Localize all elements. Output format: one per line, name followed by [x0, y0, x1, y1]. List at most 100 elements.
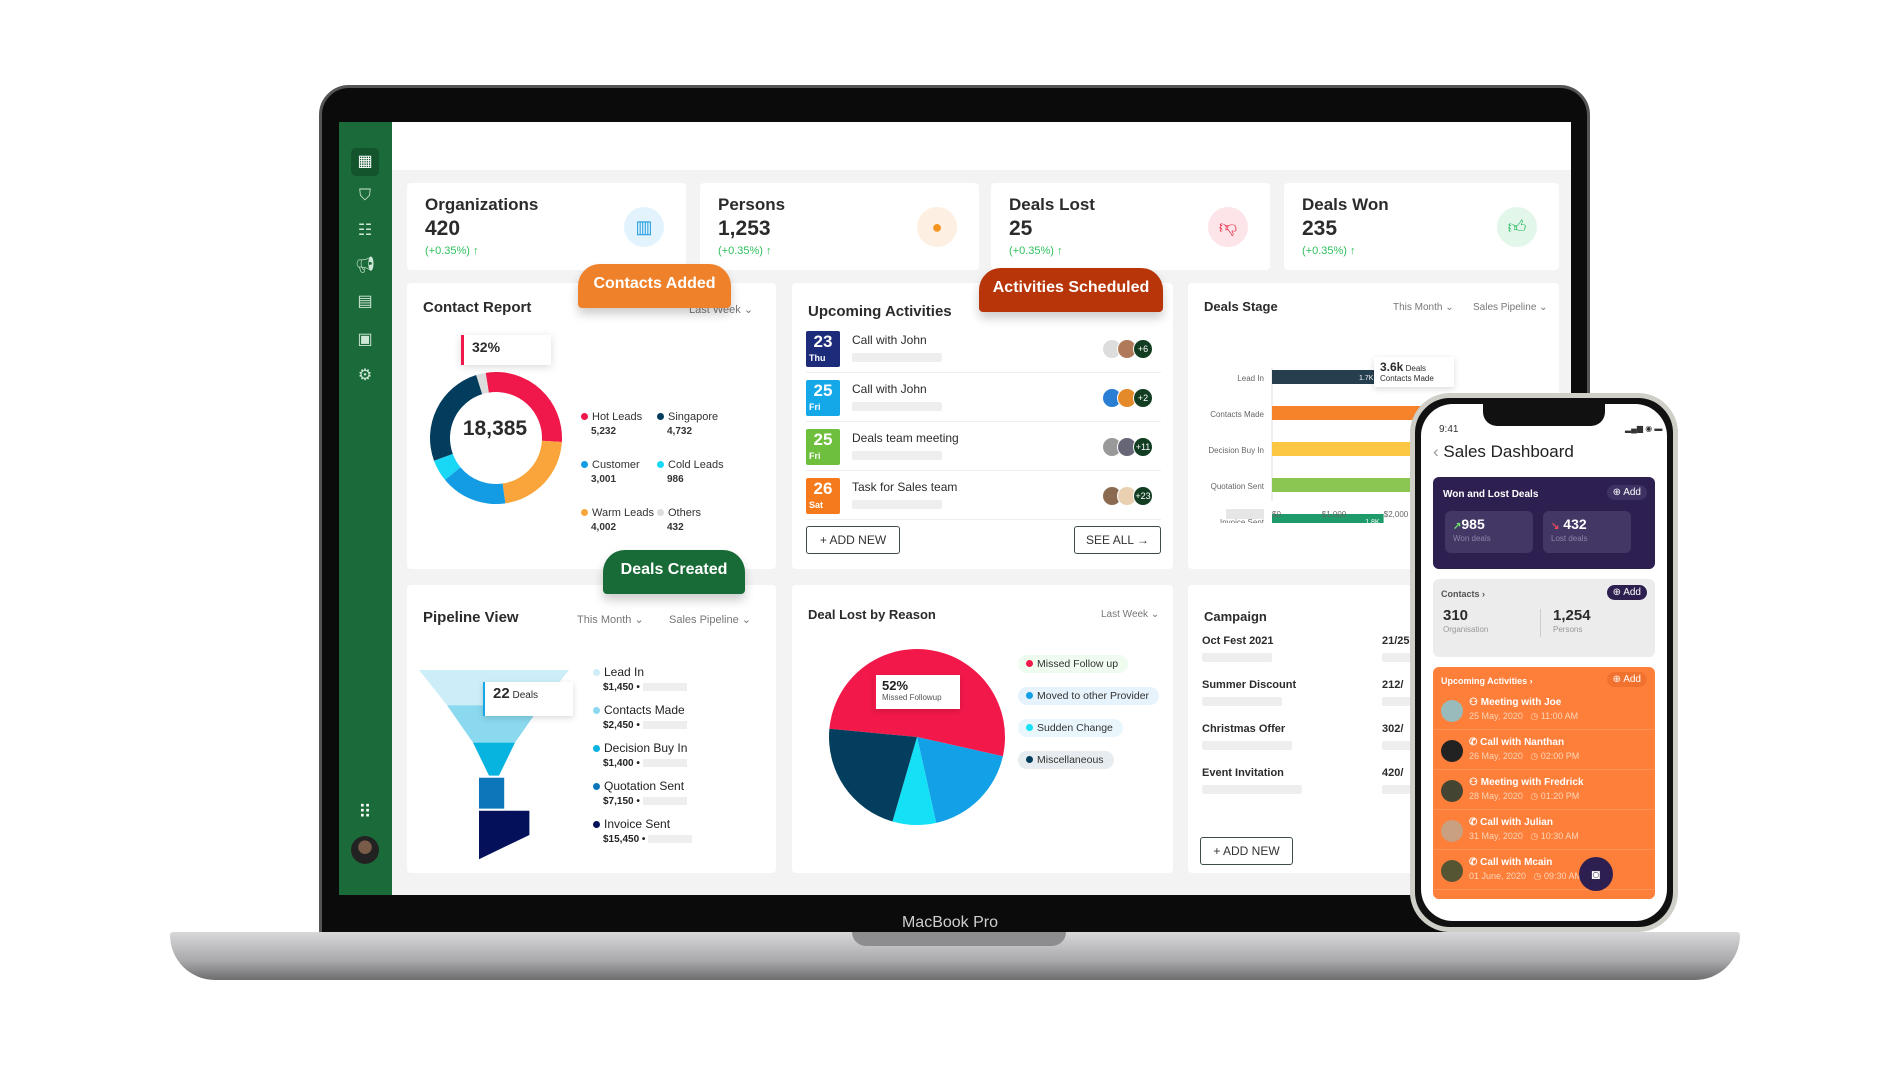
kpi-title: Deals Lost	[1009, 195, 1095, 214]
phone-title: Sales Dashboard	[1443, 442, 1574, 461]
more-attendees-badge[interactable]: +6	[1133, 339, 1153, 359]
legend-dot	[581, 413, 588, 420]
donut-segment-customer[interactable]	[445, 467, 506, 504]
org-count: 310	[1443, 607, 1469, 624]
campaign-icon[interactable]: 📢︎	[351, 252, 379, 280]
won-deals-box: ↗985 Won deals	[1445, 511, 1533, 553]
activity-date: 25 Fri	[806, 380, 840, 416]
activity-row[interactable]: 25 Fri Call with John +2	[806, 374, 1161, 422]
activity-row[interactable]: 26 Sat Task for Sales team +23	[806, 472, 1161, 520]
kpi-card[interactable]: Persons 1,253 (+0.35%) ↑ ●	[700, 183, 979, 270]
activity-date: 26 Sat	[806, 478, 840, 514]
activities-title: Upcoming Activities	[808, 303, 952, 320]
bar-category-label: Decision Buy In	[1208, 446, 1264, 455]
campaign-row[interactable]: Summer Discount 212/	[1202, 679, 1422, 706]
persons-count: 1,254	[1553, 607, 1591, 624]
pipeline-view-card: Pipeline View This Month ⌄ Sales Pipelin…	[407, 585, 776, 873]
activity-name: Deals team meeting	[852, 431, 959, 445]
donut-segment-warm-leads[interactable]	[502, 440, 562, 504]
deal-lost-filter[interactable]: Last Week ⌄	[1101, 609, 1159, 620]
see-all-button[interactable]: SEE ALL →	[1074, 526, 1161, 554]
kpi-card[interactable]: Deals Won 235 (+0.35%) ↑ 👍︎	[1284, 183, 1559, 270]
people-icon: ⚇	[1469, 777, 1478, 788]
bar-category-label: Quotation Sent	[1211, 482, 1265, 491]
grid-icon[interactable]: ⠿	[351, 798, 379, 826]
pipeline-period-filter[interactable]: This Month ⌄	[577, 613, 644, 626]
avatar	[1441, 820, 1463, 842]
funnel-stage-decision-buy-in[interactable]	[473, 742, 515, 776]
funnel-legend-item: Contacts Made $2,450 •	[593, 703, 687, 731]
phone-notch	[1483, 404, 1605, 426]
activity-name: Call with John	[852, 333, 927, 347]
kpi-delta: (+0.35%) ↑	[718, 245, 772, 257]
legend-dot	[581, 461, 588, 468]
phone-upcoming-card: Upcoming Activities › ⊕ Add ⚇ Meeting wi…	[1433, 667, 1655, 899]
lost-deals-box: ↘ 432 Lost deals	[1543, 511, 1631, 553]
contacts-add-button[interactable]: ⊕ Add	[1606, 585, 1647, 600]
phone-activity-row[interactable]: ✆ Call with Nanthan 26 May, 2020 ◷ 02:00…	[1433, 731, 1655, 770]
kpi-card[interactable]: Organizations 420 (+0.35%) ↑ ▥	[407, 183, 686, 270]
campaign-title: Campaign	[1204, 609, 1267, 624]
pie-legend-item[interactable]: Missed Follow up	[1018, 655, 1129, 673]
laptop-hinge	[852, 932, 1066, 946]
pie-legend-item[interactable]: Miscellaneous	[1018, 751, 1114, 769]
funnel-stage-quotation-sent[interactable]	[479, 777, 505, 809]
funnel-legend-item: Quotation Sent $7,150 •	[593, 779, 687, 807]
funnel-legend-item: Lead In $1,450 •	[593, 665, 687, 693]
phone-activity-row[interactable]: ✆ Call with Julian 31 May, 2020 ◷ 10:30 …	[1433, 811, 1655, 850]
campaign-row[interactable]: Event Invitation 420/	[1202, 767, 1422, 794]
add-campaign-button[interactable]: + ADD NEW	[1200, 837, 1293, 865]
funnel-stage-invoice-sent[interactable]	[479, 810, 530, 860]
settings-icon[interactable]: ⚙	[351, 362, 379, 390]
phone-time: 9:41	[1439, 424, 1459, 435]
bar-data-label: 1.7K	[1359, 375, 1374, 382]
add-activity-button[interactable]: + ADD NEW	[806, 526, 900, 554]
phone-upcoming-title[interactable]: Upcoming Activities ›	[1441, 676, 1533, 686]
pipeline-title: Pipeline View	[423, 609, 519, 626]
pipeline-type-filter[interactable]: Sales Pipeline ⌄	[669, 613, 751, 626]
clock-icon: ◷	[1530, 711, 1539, 721]
deals-stage-period-filter[interactable]: This Month ⌄	[1393, 302, 1454, 313]
dashboard-screen: ▦ ⛉ ☷ 📢︎ ▤ ▣ ⚙ ⠿ Organizations 420 (+0.3…	[339, 122, 1571, 895]
user-avatar[interactable]	[351, 836, 379, 864]
campaign-row[interactable]: Christmas Offer 302/	[1202, 723, 1422, 750]
pie-legend-item[interactable]: Moved to other Provider	[1018, 687, 1160, 705]
legend-dot	[657, 413, 664, 420]
phone-activity-row[interactable]: ⚇ Meeting with Joe 25 May, 2020 ◷ 11:00 …	[1433, 691, 1655, 730]
bar-category-label: Lead In	[1237, 374, 1264, 383]
upcoming-add-button[interactable]: ⊕ Add	[1606, 672, 1647, 687]
deals-created-badge: Deals Created	[603, 550, 745, 594]
phone-activity-row[interactable]: ⚇ Meeting with Fredrick 28 May, 2020 ◷ 0…	[1433, 771, 1655, 810]
activity-row[interactable]: 25 Fri Deals team meeting +11	[806, 423, 1161, 471]
deals-icon[interactable]: ⛉	[351, 182, 379, 210]
phone-activity-row[interactable]: ✆ Call with Mcain 01 June, 2020 ◷ 09:30 …	[1433, 851, 1655, 890]
back-icon[interactable]: ‹	[1433, 442, 1439, 461]
kpi-card[interactable]: Deals Lost 25 (+0.35%) ↑ 👎︎	[991, 183, 1270, 270]
kpi-title: Persons	[718, 195, 786, 214]
won-lost-add-button[interactable]: ⊕ Add	[1606, 485, 1647, 500]
more-attendees-badge[interactable]: +23	[1133, 486, 1153, 506]
clock-icon: ◷	[1530, 831, 1539, 841]
won-lost-title: Won and Lost Deals	[1443, 489, 1539, 500]
activity-row[interactable]: 23 Thu Call with John +6	[806, 325, 1161, 373]
campaign-row[interactable]: Oct Fest 2021 21/25	[1202, 635, 1422, 662]
more-attendees-badge[interactable]: +2	[1133, 388, 1153, 408]
more-attendees-badge[interactable]: +11	[1133, 437, 1153, 457]
deals-stage-pipeline-filter[interactable]: Sales Pipeline ⌄	[1473, 302, 1548, 313]
pie-legend-item[interactable]: Sudden Change	[1018, 719, 1123, 737]
won-lost-card: Won and Lost Deals ⊕ Add ↗985 Won deals ↘…	[1433, 477, 1655, 569]
people-icon: ⚇	[1469, 697, 1478, 708]
deals-stage-tooltip: 3.6k Deals Contacts Made	[1374, 357, 1454, 387]
documents-icon[interactable]: ▤	[351, 288, 379, 316]
divider	[1540, 609, 1541, 637]
dashboard-icon[interactable]: ▦	[351, 148, 379, 176]
camera-icon[interactable]: ◙	[1579, 857, 1613, 891]
x-tick-label: $1,000	[1322, 510, 1347, 519]
kpi-delta: (+0.35%) ↑	[1302, 245, 1356, 257]
placeholder-bar	[852, 353, 942, 362]
phone-contacts-card[interactable]: Contacts › ⊕ Add 310 Organisation 1,254 …	[1433, 579, 1655, 657]
x-tick-label: $2,000	[1384, 510, 1409, 519]
contacts-added-badge: Contacts Added	[578, 264, 731, 308]
calendar-icon[interactable]: ▣	[351, 326, 379, 354]
contacts-icon[interactable]: ☷	[351, 217, 379, 245]
